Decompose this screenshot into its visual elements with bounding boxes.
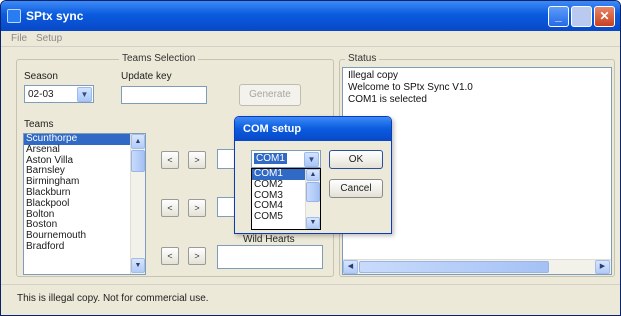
com-port-combo[interactable]: COM1 ▼ xyxy=(251,150,321,168)
move-left-button[interactable]: < xyxy=(161,151,179,169)
ok-button[interactable]: OK xyxy=(329,150,383,169)
window-title: SPtx sync xyxy=(26,9,84,23)
move-right-button[interactable]: > xyxy=(188,199,206,217)
main-window: SPtx sync _ ✕ File Setup Teams Selection… xyxy=(0,0,621,316)
status-line: Illegal copy xyxy=(348,70,399,81)
dialog-title: COM setup xyxy=(243,123,302,135)
teams-listbox[interactable]: Scunthorpe Arsenal Aston Villa Barnsley … xyxy=(23,133,146,275)
scroll-down-icon[interactable]: ▼ xyxy=(131,258,145,273)
team-slot-3[interactable] xyxy=(217,245,323,269)
generate-button[interactable]: Generate xyxy=(239,84,301,106)
com-setup-dialog: COM setup COM1 ▼ COM1 COM2 COM3 COM4 COM… xyxy=(234,116,392,234)
status-line: COM1 is selected xyxy=(348,94,427,105)
status-label: Status xyxy=(345,53,380,64)
cancel-button[interactable]: Cancel xyxy=(329,179,383,198)
com-port-dropdown[interactable]: COM1 COM2 COM3 COM4 COM5 ▲ ▼ xyxy=(251,168,321,230)
scroll-up-icon[interactable]: ▲ xyxy=(131,134,145,149)
minimize-button[interactable]: _ xyxy=(548,6,569,27)
update-key-input[interactable] xyxy=(121,86,207,104)
status-bar-text: This is illegal copy. Not for commercial… xyxy=(17,293,209,304)
scroll-left-icon[interactable]: ◀ xyxy=(343,260,358,274)
season-value: 02-03 xyxy=(28,89,54,100)
status-hscrollbar[interactable]: ◀ ▶ xyxy=(343,259,611,274)
move-left-button[interactable]: < xyxy=(161,247,179,265)
scroll-down-icon[interactable]: ▼ xyxy=(306,217,320,229)
list-item[interactable]: Bradford xyxy=(24,241,130,253)
dropdown-scrollbar[interactable]: ▲ ▼ xyxy=(305,169,320,229)
teams-selection-label: Teams Selection xyxy=(119,53,199,64)
move-right-button[interactable]: > xyxy=(188,247,206,265)
title-bar[interactable]: SPtx sync _ ✕ xyxy=(1,1,620,31)
status-line: Welcome to SPtx Sync V1.0 xyxy=(348,82,473,93)
scroll-thumb[interactable] xyxy=(359,261,549,273)
scroll-up-icon[interactable]: ▲ xyxy=(306,169,320,181)
list-item[interactable]: COM2 xyxy=(252,179,305,191)
app-icon xyxy=(7,9,21,23)
close-icon: ✕ xyxy=(599,9,610,23)
scroll-thumb[interactable] xyxy=(131,150,145,172)
com-port-value: COM1 xyxy=(254,153,287,164)
teams-scrollbar[interactable]: ▲ ▼ xyxy=(130,134,145,274)
dialog-title-bar[interactable]: COM setup xyxy=(235,117,391,141)
slot-3-label: Wild Hearts xyxy=(243,234,295,245)
chevron-down-icon[interactable]: ▼ xyxy=(77,87,92,102)
status-bar: This is illegal copy. Not for commercial… xyxy=(1,284,620,315)
menu-setup[interactable]: Setup xyxy=(36,33,62,44)
scroll-right-icon[interactable]: ▶ xyxy=(595,260,610,274)
maximize-button[interactable] xyxy=(571,6,592,27)
teams-label: Teams xyxy=(24,119,54,130)
list-item[interactable]: Blackpool xyxy=(24,198,130,210)
menu-file[interactable]: File xyxy=(11,33,27,44)
scroll-thumb[interactable] xyxy=(306,182,320,202)
season-label: Season xyxy=(24,71,58,82)
update-key-label: Update key xyxy=(121,71,172,82)
menu-bar: File Setup xyxy=(1,31,620,47)
chevron-down-icon[interactable]: ▼ xyxy=(304,152,319,167)
list-item[interactable]: Arsenal xyxy=(24,144,130,156)
season-combo[interactable]: 02-03 ▼ xyxy=(24,85,94,103)
minimize-icon: _ xyxy=(555,9,562,23)
close-button[interactable]: ✕ xyxy=(594,6,615,27)
list-item[interactable]: COM5 xyxy=(252,211,305,223)
move-right-button[interactable]: > xyxy=(188,151,206,169)
move-left-button[interactable]: < xyxy=(161,199,179,217)
